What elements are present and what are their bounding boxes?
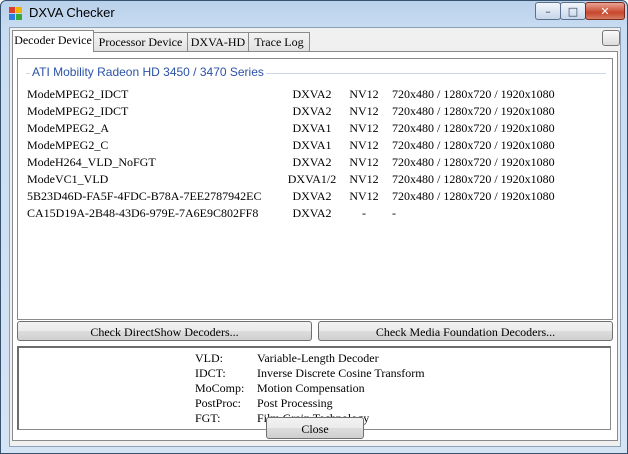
title-bar[interactable]: DXVA Checker – □ ✕	[1, 1, 627, 27]
list-item[interactable]: 5B23D46D-FA5F-4FDC-B78A-7EE2787942EC DXV…	[22, 188, 612, 205]
legend-item: MoComp: Motion Compensation	[19, 381, 609, 396]
decoder-format: -	[362, 206, 366, 220]
decoder-resolutions: 720x480 / 1280x720 / 1920x1080	[392, 189, 555, 203]
decoder-format: NV12	[349, 189, 379, 203]
legend-item: VLD: Variable-Length Decoder	[19, 351, 609, 366]
legend-item: IDCT: Inverse Discrete Cosine Transform	[19, 366, 609, 381]
decoder-api: DXVA2	[292, 206, 332, 220]
legend-desc: Motion Compensation	[257, 381, 365, 395]
tab-trace-log[interactable]: Trace Log	[248, 32, 310, 51]
list-item[interactable]: ModeH264_VLD_NoFGT DXVA2 NV12 720x480 / …	[22, 154, 612, 171]
close-icon[interactable]: ✕	[585, 2, 625, 20]
legend-abbr: FGT:	[195, 411, 221, 425]
decoder-name: CA15D19A-2B48-43D6-979E-7A6E9C802FF8	[27, 206, 259, 220]
tab-processor-device[interactable]: Processor Device	[93, 32, 188, 51]
decoder-api: DXVA1/2	[287, 172, 337, 186]
decoder-name: ModeMPEG2_IDCT	[27, 87, 129, 101]
list-item[interactable]: ModeMPEG2_A DXVA1 NV12 720x480 / 1280x72…	[22, 120, 612, 137]
client-area: Decoder Device Processor Device DXVA-HD …	[9, 27, 621, 447]
legend-desc: Post Processing	[257, 396, 333, 410]
decoder-resolutions: 720x480 / 1280x720 / 1920x1080	[392, 172, 555, 186]
decoder-format: NV12	[349, 155, 379, 169]
legend-item: PostProc: Post Processing	[19, 396, 609, 411]
decoder-name: ModeMPEG2_A	[27, 121, 110, 135]
decoder-resolutions: 720x480 / 1280x720 / 1920x1080	[392, 155, 555, 169]
tab-dxva-hd[interactable]: DXVA-HD	[187, 32, 249, 51]
decoder-format: NV12	[349, 138, 379, 152]
check-directshow-decoders-button[interactable]: Check DirectShow Decoders...	[17, 321, 312, 341]
decoder-resolutions: 720x480 / 1280x720 / 1920x1080	[392, 121, 555, 135]
decoder-format: NV12	[349, 104, 379, 118]
legend-abbr: MoComp:	[195, 381, 245, 395]
decoder-name: ModeH264_VLD_NoFGT	[27, 155, 156, 169]
legend-desc: Inverse Discrete Cosine Transform	[257, 366, 425, 380]
decoder-api: DXVA2	[292, 104, 332, 118]
decoder-format: NV12	[349, 121, 379, 135]
legend-abbr: IDCT:	[195, 366, 226, 380]
app-window: DXVA Checker – □ ✕ Decoder Device Proces…	[0, 0, 628, 454]
check-media-foundation-decoders-button[interactable]: Check Media Foundation Decoders...	[318, 321, 613, 341]
decoder-name: ModeVC1_VLD	[27, 172, 109, 186]
decoder-api: DXVA2	[292, 155, 332, 169]
window-title: DXVA Checker	[29, 5, 115, 20]
maximize-icon[interactable]: □	[560, 2, 586, 20]
decoder-resolutions: -	[392, 206, 396, 220]
decoder-resolutions: 720x480 / 1280x720 / 1920x1080	[392, 87, 555, 101]
decoder-device-panel: ATI Mobility Radeon HD 3450 / 3470 Serie…	[12, 51, 618, 441]
decoder-resolutions: 720x480 / 1280x720 / 1920x1080	[392, 104, 555, 118]
decoder-api: DXVA1	[292, 121, 332, 135]
device-group-header: ATI Mobility Radeon HD 3450 / 3470 Serie…	[30, 65, 266, 79]
list-item[interactable]: ModeMPEG2_IDCT DXVA2 NV12 720x480 / 1280…	[22, 103, 612, 120]
list-item[interactable]: CA15D19A-2B48-43D6-979E-7A6E9C802FF8 DXV…	[22, 205, 612, 222]
decoder-api: DXVA2	[292, 87, 332, 101]
legend-desc: Variable-Length Decoder	[257, 351, 379, 365]
decoder-format: NV12	[349, 172, 379, 186]
decoder-name: 5B23D46D-FA5F-4FDC-B78A-7EE2787942EC	[27, 189, 262, 203]
tab-decoder-device[interactable]: Decoder Device	[12, 30, 94, 52]
list-item[interactable]: ModeMPEG2_C DXVA1 NV12 720x480 / 1280x72…	[22, 137, 612, 154]
close-button[interactable]: Close	[266, 417, 364, 439]
decoder-list[interactable]: ATI Mobility Radeon HD 3450 / 3470 Serie…	[17, 58, 613, 320]
decoder-name: ModeMPEG2_IDCT	[27, 104, 129, 118]
decoder-format: NV12	[349, 87, 379, 101]
decoder-name: ModeMPEG2_C	[27, 138, 109, 152]
legend-abbr: VLD:	[195, 351, 223, 365]
list-item[interactable]: ModeVC1_VLD DXVA1/2 NV12 720x480 / 1280x…	[22, 171, 612, 188]
decoder-resolutions: 720x480 / 1280x720 / 1920x1080	[392, 138, 555, 152]
list-item[interactable]: ModeMPEG2_IDCT DXVA2 NV12 720x480 / 1280…	[22, 86, 612, 103]
app-icon	[9, 7, 23, 21]
decoder-api: DXVA2	[292, 189, 332, 203]
minimize-icon[interactable]: –	[535, 2, 561, 20]
legend-abbr: PostProc:	[195, 396, 242, 410]
options-button[interactable]	[602, 30, 620, 46]
decoder-api: DXVA1	[292, 138, 332, 152]
